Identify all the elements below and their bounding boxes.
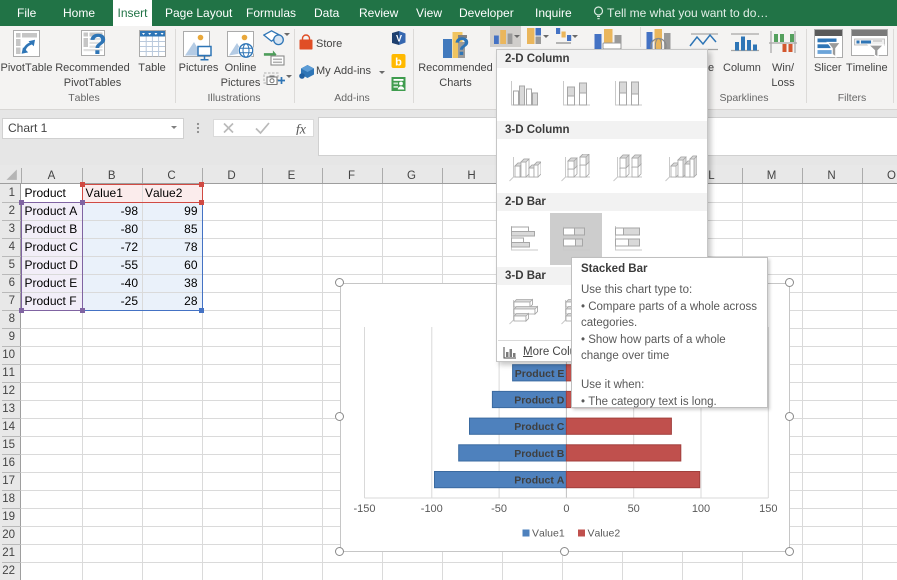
svg-text:Product A: Product A bbox=[514, 475, 565, 487]
svg-text:?: ? bbox=[89, 30, 107, 57]
svg-text:Value1: Value1 bbox=[532, 528, 565, 540]
svg-text:0: 0 bbox=[563, 503, 569, 515]
svg-text:Product D: Product D bbox=[514, 395, 565, 407]
svg-text:-100: -100 bbox=[421, 503, 443, 515]
svg-text:Value2: Value2 bbox=[588, 528, 621, 540]
svg-text:Product C: Product C bbox=[514, 421, 565, 433]
svg-text:-50: -50 bbox=[491, 503, 507, 515]
svg-text:Product B: Product B bbox=[514, 448, 565, 460]
svg-text:V: V bbox=[396, 34, 402, 44]
svg-text:?: ? bbox=[454, 33, 469, 59]
svg-text:100: 100 bbox=[692, 503, 710, 515]
svg-text:150: 150 bbox=[759, 503, 777, 515]
svg-text:b: b bbox=[395, 57, 402, 69]
svg-text:Product E: Product E bbox=[515, 368, 565, 380]
svg-text:fx: fx bbox=[296, 123, 307, 136]
svg-text:-150: -150 bbox=[353, 503, 375, 515]
svg-text:50: 50 bbox=[628, 503, 640, 515]
